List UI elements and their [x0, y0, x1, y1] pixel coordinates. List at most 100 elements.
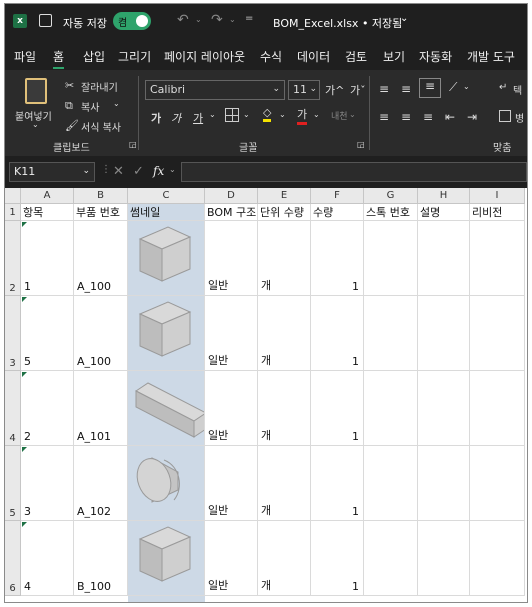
merge-icon[interactable] [499, 110, 511, 122]
enter-icon[interactable]: ✓ [133, 164, 144, 179]
decrease-indent-icon[interactable]: ⇤ [445, 110, 455, 124]
column-header-f[interactable]: F [311, 188, 364, 204]
item-cell[interactable]: 3 [21, 446, 74, 521]
column-header-g[interactable]: G [364, 188, 418, 204]
tab-file[interactable]: 파일 [14, 48, 36, 65]
revision-cell[interactable] [470, 296, 525, 371]
bom-structure-cell[interactable]: 일반 [205, 296, 258, 371]
cut-icon[interactable]: ✂ [65, 79, 74, 92]
part-thumbnail-image[interactable] [134, 300, 196, 363]
row-header[interactable]: 3 [5, 296, 21, 371]
orientation-icon[interactable]: ⟋ [449, 80, 457, 95]
wrap-text-icon[interactable]: ↵ [499, 82, 507, 93]
part-thumbnail-image[interactable] [134, 525, 196, 588]
header-cell-bom-structure[interactable]: BOM 구조 [205, 204, 258, 221]
bold-button[interactable]: 가 [151, 110, 161, 126]
align-bottom-icon[interactable]: ≡ [419, 78, 441, 98]
align-left-icon[interactable]: ≡ [379, 110, 389, 124]
cancel-icon[interactable]: ✕ [113, 164, 124, 179]
stock-number-cell[interactable] [364, 446, 418, 521]
tab-review[interactable]: 검토 [345, 48, 367, 65]
header-cell-description[interactable]: 설명 [418, 204, 470, 221]
tab-insert[interactable]: 삽입 [83, 48, 105, 65]
tab-data[interactable]: 데이터 [297, 48, 330, 65]
paste-icon[interactable] [25, 78, 47, 104]
bom-structure-cell[interactable]: 일반 [205, 371, 258, 446]
column-header-b[interactable]: B [74, 188, 128, 204]
underline-dropdown-icon[interactable]: ⌄ [209, 110, 216, 119]
merge-button[interactable]: 병 [515, 110, 524, 125]
description-cell[interactable] [418, 521, 470, 596]
font-color-button[interactable]: 가 [297, 106, 308, 125]
qty-cell[interactable]: 1 [311, 371, 364, 446]
shrink-font-button[interactable]: 가ˇ [350, 82, 366, 98]
row-header-1[interactable]: 1 [5, 204, 21, 221]
phonetic-button[interactable]: 내천 [331, 109, 348, 122]
part-number-cell[interactable]: B_100 [74, 521, 128, 596]
thumbnail-cell[interactable] [128, 221, 205, 296]
part-number-cell[interactable]: A_101 [74, 371, 128, 446]
column-header-h[interactable]: H [418, 188, 470, 204]
part-thumbnail-image[interactable] [134, 225, 196, 288]
row-header[interactable]: 5 [5, 446, 21, 521]
tab-developer[interactable]: 개발 도구 [467, 48, 515, 65]
paste-dropdown-icon[interactable]: ⌄ [32, 120, 39, 129]
column-header-a[interactable]: A [21, 188, 74, 204]
copy-icon[interactable]: ⧉ [65, 99, 73, 113]
font-name-select[interactable]: Calibri ⌄ [145, 80, 285, 100]
revision-cell[interactable] [470, 446, 525, 521]
column-header-d[interactable]: D [205, 188, 258, 204]
qty-cell[interactable]: 1 [311, 521, 364, 596]
description-cell[interactable] [418, 446, 470, 521]
redo-dropdown-icon[interactable]: ⌄ [229, 15, 236, 24]
item-cell[interactable]: 5 [21, 296, 74, 371]
fx-dropdown-icon[interactable]: ⌄ [169, 165, 176, 174]
item-cell[interactable]: 1 [21, 221, 74, 296]
column-header-i[interactable]: I [470, 188, 525, 204]
unit-qty-cell[interactable]: 개 [258, 521, 311, 596]
font-color-dropdown-icon[interactable]: ⌄ [313, 110, 320, 119]
unit-qty-cell[interactable]: 개 [258, 446, 311, 521]
underline-button[interactable]: 가 [193, 110, 203, 126]
thumbnail-cell[interactable] [128, 296, 205, 371]
column-header-e[interactable]: E [258, 188, 311, 204]
stock-number-cell[interactable] [364, 296, 418, 371]
stock-number-cell[interactable] [364, 221, 418, 296]
format-painter-icon[interactable]: 🖌 [65, 119, 79, 132]
row-header[interactable]: 2 [5, 221, 21, 296]
tab-home[interactable]: 홈 [53, 48, 65, 69]
unit-qty-cell[interactable]: 개 [258, 296, 311, 371]
save-icon[interactable] [39, 14, 52, 27]
wrap-text-button[interactable]: 텍 [513, 82, 522, 97]
bom-structure-cell[interactable]: 일반 [205, 446, 258, 521]
part-number-cell[interactable]: A_100 [74, 296, 128, 371]
description-cell[interactable] [418, 221, 470, 296]
orientation-dropdown-icon[interactable]: ⌄ [463, 82, 470, 91]
revision-cell[interactable] [470, 521, 525, 596]
align-right-icon[interactable]: ≡ [423, 110, 433, 124]
bom-structure-cell[interactable]: 일반 [205, 221, 258, 296]
increase-indent-icon[interactable]: ⇥ [467, 110, 477, 124]
stock-number-cell[interactable] [364, 371, 418, 446]
header-cell-unit-qty[interactable]: 단위 수량 [258, 204, 311, 221]
header-cell-qty[interactable]: 수량 [311, 204, 364, 221]
header-cell-thumbnail[interactable]: 썸네일 [128, 204, 205, 221]
unit-qty-cell[interactable]: 개 [258, 371, 311, 446]
font-size-select[interactable]: 11 ⌄ [288, 80, 320, 100]
header-cell-stock-number[interactable]: 스톡 번호 [364, 204, 418, 221]
revision-cell[interactable] [470, 221, 525, 296]
font-launcher-icon[interactable]: ◲ [357, 140, 365, 149]
item-cell[interactable]: 4 [21, 521, 74, 596]
header-cell-item[interactable]: 항목 [21, 204, 74, 221]
phonetic-dropdown-icon[interactable]: ⌄ [349, 110, 356, 119]
thumbnail-cell[interactable] [128, 371, 205, 446]
revision-cell[interactable] [470, 371, 525, 446]
qty-cell[interactable]: 1 [311, 221, 364, 296]
header-cell-part-number[interactable]: 부품 번호 [74, 204, 128, 221]
bom-structure-cell[interactable]: 일반 [205, 521, 258, 596]
part-thumbnail-image[interactable] [134, 450, 194, 509]
italic-button[interactable]: 가 [171, 110, 181, 126]
formula-input[interactable] [181, 162, 527, 182]
thumbnail-cell[interactable] [128, 521, 205, 596]
align-middle-icon[interactable]: ≡ [401, 82, 411, 96]
